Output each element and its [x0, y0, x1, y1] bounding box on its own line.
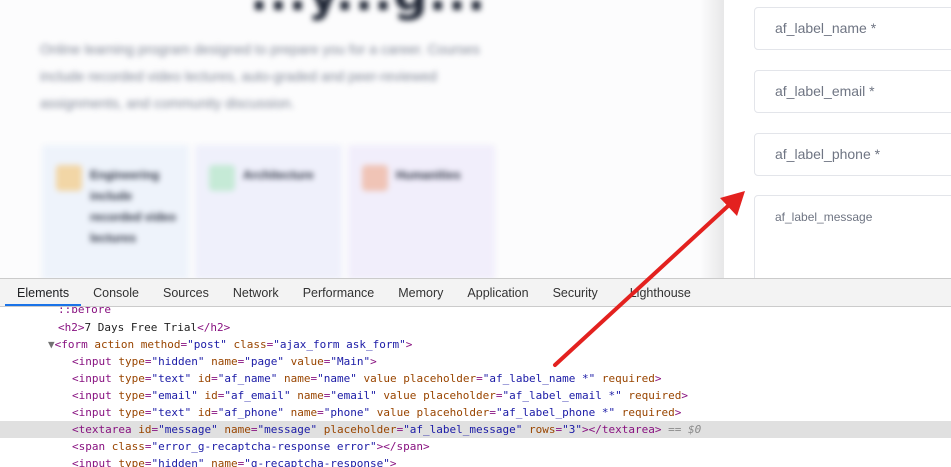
- category-card-engineering[interactable]: Engineering include recorded video lectu…: [42, 145, 189, 278]
- message-field[interactable]: af_label_message: [754, 195, 951, 278]
- expand-triangle-icon[interactable]: ▼: [48, 336, 55, 353]
- dom-node-input-name[interactable]: <input type="text" id="af_name" name="na…: [0, 370, 951, 387]
- dom-node-textarea-selected[interactable]: <textarea id="message" name="message" pl…: [0, 421, 951, 438]
- selected-node-marker: == $0: [668, 423, 702, 436]
- card-label: Engineering include recorded video lectu…: [90, 168, 177, 245]
- dom-node-input-page[interactable]: <input type="hidden" name="page" value="…: [0, 353, 951, 370]
- tab-sources[interactable]: Sources: [151, 279, 221, 306]
- dom-node-input-phone[interactable]: <input type="text" id="af_phone" name="p…: [0, 404, 951, 421]
- panel-shadow: [700, 0, 726, 278]
- trial-form-panel: af_label_name * af_label_email * af_labe…: [724, 0, 951, 278]
- card-label: Humanities: [396, 168, 461, 182]
- dom-node-before[interactable]: ::before: [0, 307, 951, 319]
- category-card-humanities[interactable]: Humanities: [348, 145, 495, 278]
- phone-field[interactable]: af_label_phone *: [754, 133, 951, 176]
- architecture-icon: [209, 165, 235, 191]
- web-page-viewport: ...y...g... Online learning program desi…: [0, 0, 951, 278]
- card-label: Architecture: [243, 168, 314, 182]
- humanities-icon: [362, 165, 388, 191]
- tab-network[interactable]: Network: [221, 279, 291, 306]
- tab-application[interactable]: Application: [455, 279, 540, 306]
- dom-node-input-recaptcha[interactable]: <input type="hidden" name="g-recaptcha-r…: [0, 455, 951, 467]
- tab-performance[interactable]: Performance: [291, 279, 387, 306]
- tab-console[interactable]: Console: [81, 279, 151, 306]
- tab-lighthouse[interactable]: Lighthouse: [610, 279, 703, 306]
- dom-node-input-email[interactable]: <input type="email" id="af_email" name="…: [0, 387, 951, 404]
- hero-description: Online learning program designed to prep…: [40, 41, 480, 111]
- dom-node-h2[interactable]: <h2>7 Days Free Trial</h2>: [0, 319, 951, 336]
- category-card-architecture[interactable]: Architecture: [195, 145, 342, 278]
- hero-title: ...y...g...: [250, 0, 486, 22]
- tab-security[interactable]: Security: [541, 279, 610, 306]
- tab-memory[interactable]: Memory: [386, 279, 455, 306]
- landing-content: ...y...g... Online learning program desi…: [0, 0, 724, 278]
- email-field[interactable]: af_label_email *: [754, 70, 951, 113]
- category-cards: Engineering include recorded video lectu…: [42, 145, 501, 278]
- engineering-icon: [56, 165, 82, 191]
- dom-node-span-error[interactable]: <span class="error_g-recaptcha-response …: [0, 438, 951, 455]
- name-field[interactable]: af_label_name *: [754, 7, 951, 50]
- dom-tree: ::before <h2>7 Days Free Trial</h2> ▼<fo…: [0, 307, 951, 467]
- devtools-tab-bar: Elements Console Sources Network Perform…: [0, 279, 951, 307]
- devtools-panel: Elements Console Sources Network Perform…: [0, 278, 951, 467]
- dom-node-form[interactable]: ▼<form action method="post" class="ajax_…: [0, 336, 951, 353]
- tab-elements[interactable]: Elements: [5, 279, 82, 306]
